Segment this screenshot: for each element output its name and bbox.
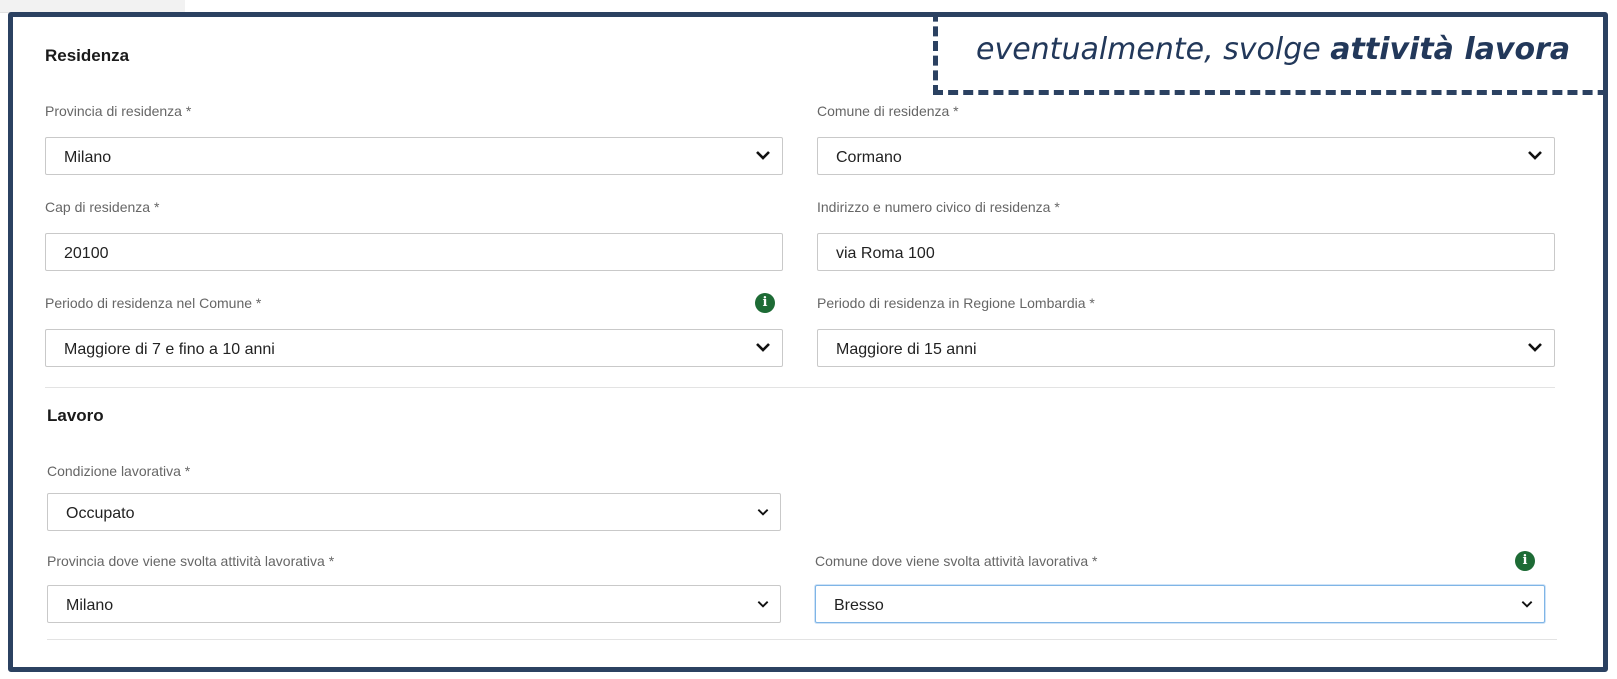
section-divider-bottom bbox=[47, 639, 1557, 640]
periodo-comune-select[interactable]: Maggiore di 7 e fino a 10 anni bbox=[45, 329, 783, 367]
chevron-down-icon bbox=[757, 509, 769, 516]
callout-text-bold: attività lavora bbox=[1330, 32, 1571, 67]
callout-text: eventualmente, svolge attività lavora bbox=[976, 32, 1570, 67]
info-icon[interactable]: i bbox=[1515, 551, 1535, 571]
section-title-lavoro: Lavoro bbox=[47, 406, 104, 425]
callout-text-italic: eventualmente, svolge bbox=[976, 32, 1331, 67]
provincia-lavoro-label: Provincia dove viene svolta attività lav… bbox=[47, 553, 335, 569]
cap-residenza-value: 20100 bbox=[64, 245, 109, 262]
indirizzo-residenza-input[interactable]: via Roma 100 bbox=[817, 233, 1555, 271]
provincia-residenza-label: Provincia di residenza * bbox=[45, 103, 192, 119]
chevron-down-icon bbox=[756, 151, 770, 160]
provincia-residenza-select[interactable]: Milano bbox=[45, 137, 783, 175]
periodo-comune-value: Maggiore di 7 e fino a 10 anni bbox=[64, 341, 275, 358]
callout-box: eventualmente, svolge attività lavora bbox=[933, 17, 1603, 95]
condizione-lavorativa-select[interactable]: Occupato bbox=[47, 493, 781, 531]
provincia-lavoro-value: Milano bbox=[66, 597, 114, 614]
comune-lavoro-select[interactable]: Bresso bbox=[815, 585, 1545, 623]
chevron-down-icon bbox=[757, 601, 769, 608]
condizione-lavorativa-value: Occupato bbox=[66, 505, 135, 522]
chevron-down-icon bbox=[1528, 151, 1542, 160]
periodo-comune-label: Periodo di residenza nel Comune * bbox=[45, 295, 262, 311]
comune-residenza-label: Comune di residenza * bbox=[817, 103, 959, 119]
form-frame: Residenza Provincia di residenza * Milan… bbox=[8, 12, 1608, 672]
periodo-regione-label: Periodo di residenza in Regione Lombardi… bbox=[817, 295, 1095, 311]
periodo-regione-value: Maggiore di 15 anni bbox=[836, 341, 977, 358]
cap-residenza-label: Cap di residenza * bbox=[45, 199, 160, 215]
cap-residenza-input[interactable]: 20100 bbox=[45, 233, 783, 271]
section-title-residenza: Residenza bbox=[45, 46, 130, 65]
provincia-lavoro-select[interactable]: Milano bbox=[47, 585, 781, 623]
provincia-residenza-value: Milano bbox=[64, 149, 112, 166]
indirizzo-residenza-value: via Roma 100 bbox=[836, 245, 935, 262]
chevron-down-icon bbox=[1521, 601, 1533, 608]
periodo-regione-select[interactable]: Maggiore di 15 anni bbox=[817, 329, 1555, 367]
chevron-down-icon bbox=[1528, 343, 1542, 352]
condizione-lavorativa-label: Condizione lavorativa * bbox=[47, 463, 191, 479]
chevron-down-icon bbox=[756, 343, 770, 352]
comune-lavoro-label: Comune dove viene svolta attività lavora… bbox=[815, 553, 1098, 569]
comune-lavoro-value: Bresso bbox=[834, 597, 884, 614]
comune-residenza-select[interactable]: Cormano bbox=[817, 137, 1555, 175]
info-icon[interactable]: i bbox=[755, 293, 775, 313]
indirizzo-residenza-label: Indirizzo e numero civico di residenza * bbox=[817, 199, 1060, 215]
form: Residenza Provincia di residenza * Milan… bbox=[13, 17, 1603, 667]
comune-residenza-value: Cormano bbox=[836, 149, 902, 166]
section-divider bbox=[45, 387, 1555, 388]
